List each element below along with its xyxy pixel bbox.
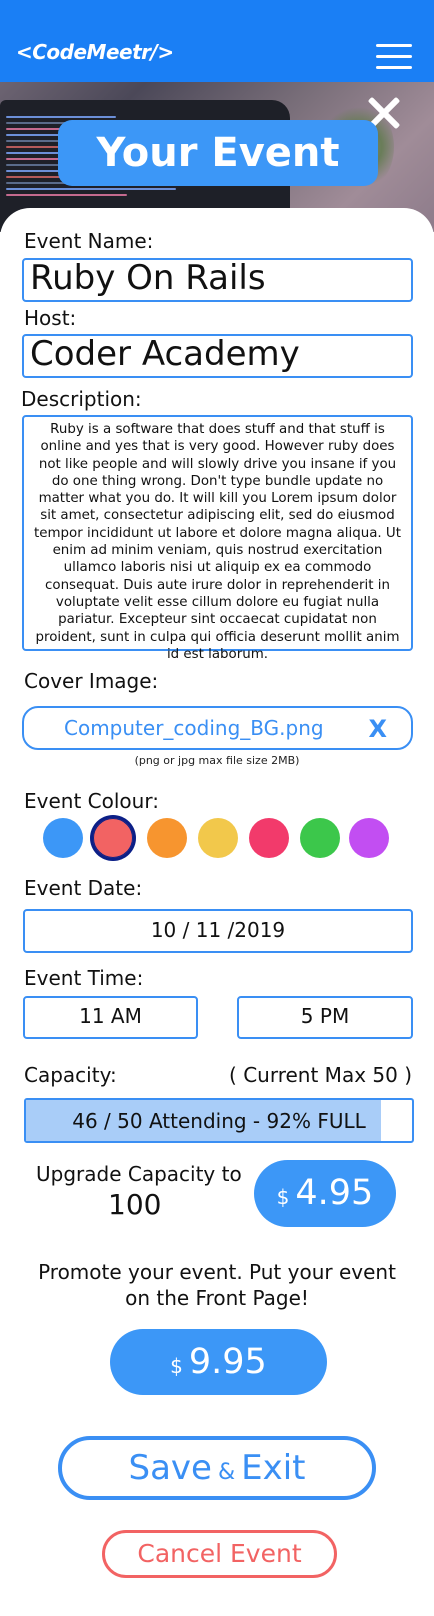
top-nav-bar: <CodeMeetr/> — [0, 0, 434, 82]
event-time-label: Event Time: — [24, 966, 144, 990]
colour-swatch-red[interactable] — [93, 818, 133, 858]
save-exit-button[interactable]: Save & Exit — [58, 1436, 376, 1500]
file-size-hint: (png or jpg max file size 2MB) — [134, 754, 300, 767]
event-name-label: Event Name: — [24, 229, 154, 253]
cover-image-upload[interactable]: Computer_coding_BG.png X — [22, 706, 413, 750]
colour-swatch-purple[interactable] — [349, 818, 389, 858]
event-date-label: Event Date: — [24, 876, 143, 900]
upgrade-capacity-button[interactable]: $4.95 — [254, 1160, 396, 1227]
page-title: Your Event — [58, 120, 378, 186]
end-time-input[interactable]: 5 PM — [237, 996, 413, 1039]
capacity-label: Capacity: — [24, 1063, 117, 1087]
currency-symbol: $ — [170, 1354, 183, 1378]
current-max-text: ( Current Max 50 ) — [229, 1063, 412, 1087]
cancel-event-button[interactable]: Cancel Event — [102, 1530, 337, 1578]
menu-line — [376, 44, 412, 47]
menu-line — [376, 55, 412, 58]
remove-file-icon[interactable]: X — [368, 715, 387, 743]
upgrade-price: 4.95 — [295, 1173, 374, 1213]
upgrade-capacity-label: Upgrade Capacity to — [36, 1162, 242, 1186]
colour-swatch-orange[interactable] — [147, 818, 187, 858]
promote-price: 9.95 — [188, 1342, 267, 1382]
capacity-progress-bar: 46 / 50 Attending - 92% FULL — [24, 1098, 414, 1143]
upgrade-capacity-value: 100 — [108, 1188, 162, 1221]
hamburger-menu-icon[interactable] — [376, 44, 412, 70]
colour-swatch-blue[interactable] — [43, 818, 83, 858]
app-logo[interactable]: <CodeMeetr/> — [16, 40, 174, 64]
description-textarea[interactable]: Ruby is a software that does stuff and t… — [22, 415, 413, 662]
colour-swatch-pink[interactable] — [249, 818, 289, 858]
start-time-input[interactable]: 11 AM — [23, 996, 198, 1039]
menu-line — [376, 66, 412, 69]
host-label: Host: — [24, 306, 77, 330]
cover-image-label: Cover Image: — [24, 669, 159, 693]
host-input[interactable]: Coder Academy — [22, 334, 413, 378]
file-name: Computer_coding_BG.png — [64, 716, 324, 740]
promote-button[interactable]: $9.95 — [110, 1329, 327, 1395]
event-colour-label: Event Colour: — [24, 789, 159, 813]
event-name-input[interactable]: Ruby On Rails — [22, 258, 413, 302]
promote-text: Promote your event. Put your event on th… — [38, 1260, 396, 1310]
save-amp: & — [217, 1460, 236, 1485]
colour-swatch-yellow[interactable] — [198, 818, 238, 858]
exit-label: Exit — [241, 1448, 306, 1488]
save-label: Save — [128, 1448, 212, 1488]
event-date-input[interactable]: 10 / 11 /2019 — [23, 909, 413, 953]
capacity-status: 46 / 50 Attending - 92% FULL — [72, 1109, 366, 1133]
currency-symbol: $ — [276, 1185, 290, 1209]
colour-swatch-green[interactable] — [300, 818, 340, 858]
description-label: Description: — [21, 387, 142, 411]
